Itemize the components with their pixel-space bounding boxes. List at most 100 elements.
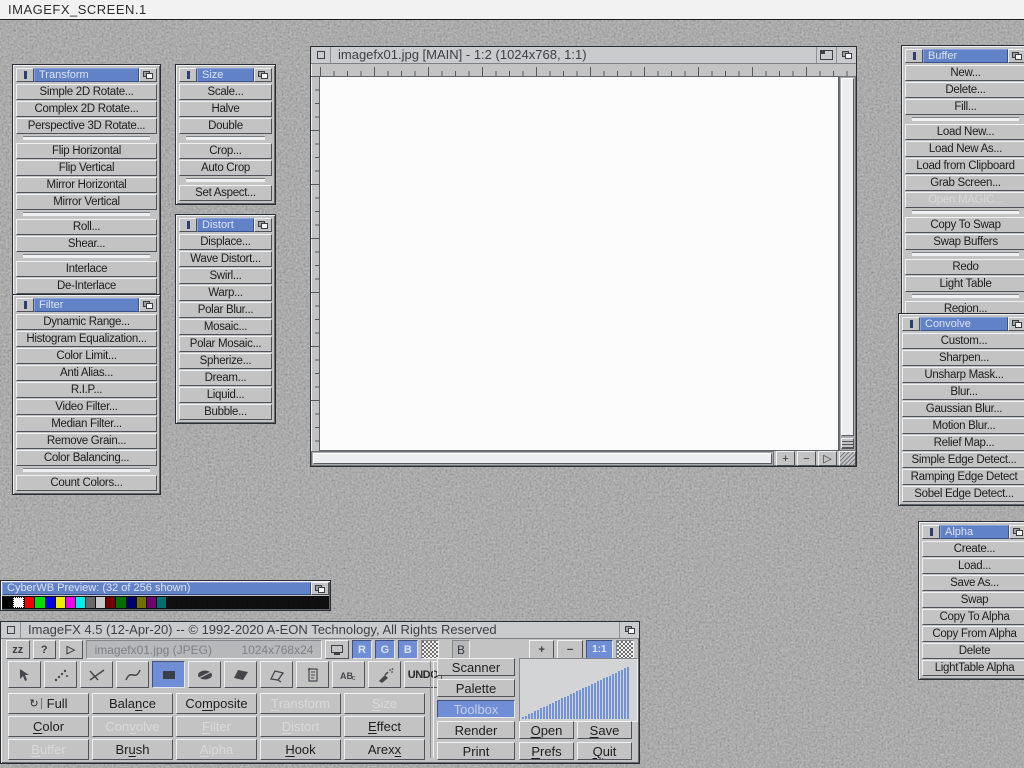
side-button-print[interactable]: Print [437,742,515,760]
panel-transform-button[interactable]: Flip Vertical [16,160,157,176]
palette-swatch[interactable] [218,597,227,608]
depth-icon[interactable] [139,68,157,82]
image-window-titlebar[interactable]: imagefx01.jpg [MAIN] - 1:2 (1024x768, 1:… [311,47,856,64]
screen-mode-button[interactable] [325,640,349,659]
panel-size-button[interactable]: Auto Crop [179,160,272,176]
horizontal-scroll-thumb[interactable] [313,453,772,464]
palette-swatch[interactable] [3,597,12,608]
panel-size-button[interactable]: Halve [179,101,272,117]
palette-swatch[interactable] [46,597,55,608]
panel-filter-button[interactable]: Anti Alias... [16,365,157,381]
red-channel-button[interactable]: R [352,640,372,659]
palette-swatch[interactable] [187,597,196,608]
panel-transform-button[interactable]: Perspective 3D Rotate... [16,118,157,134]
panel-filter-button[interactable]: Remove Grain... [16,433,157,449]
panel-titlebar[interactable]: Size [179,68,272,82]
panel-transform-button[interactable]: Mirror Horizontal [16,177,157,193]
side-button-scanner[interactable]: Scanner [437,658,515,676]
panel-distort-button[interactable]: Warp... [179,285,272,301]
play-button[interactable]: ▷ [818,451,837,466]
depth-icon[interactable] [619,622,639,638]
green-channel-button[interactable]: G [375,640,395,659]
dither-swatch-icon[interactable] [421,640,439,659]
panel-distort-button[interactable]: Dream... [179,370,272,386]
grid-button-arexx[interactable]: Arexx [344,739,425,760]
panel-transform-button[interactable]: Mirror Vertical [16,194,157,210]
panel-transform-button[interactable]: Simple 2D Rotate... [16,84,157,100]
palette-swatch[interactable] [147,597,156,608]
depth-icon[interactable] [836,47,856,63]
side-button-palette[interactable]: Palette [437,679,515,697]
spray-dots-tool-button[interactable] [44,661,77,688]
palette-swatch[interactable] [56,597,65,608]
palette-swatch[interactable] [86,597,95,608]
palette-swatch[interactable] [157,597,166,608]
palette-swatch[interactable] [319,597,328,608]
palette-swatch[interactable] [137,597,146,608]
palette-swatch[interactable] [35,597,44,608]
open-button[interactable]: Open [519,721,574,739]
zoom-out-button[interactable]: − [557,640,582,659]
grid-button-color[interactable]: Color [8,716,89,737]
help-button[interactable]: ? [33,640,57,659]
grid-button-full[interactable]: ↻Full [8,693,89,714]
panel-buffer-button[interactable]: Grab Screen... [905,175,1024,191]
scroll-lines-icon[interactable] [841,438,854,449]
panel-filter-button[interactable]: Color Balancing... [16,450,157,466]
vertical-scroll-thumb[interactable] [841,78,854,436]
palette-swatch[interactable] [13,597,24,608]
resize-corner-icon[interactable] [839,451,856,466]
panel-convolve-button[interactable]: Relief Map... [902,435,1024,451]
text-tool-button[interactable]: AB c [332,661,365,688]
close-icon[interactable] [905,49,923,63]
sleep-button[interactable]: zz [6,640,30,659]
palette-swatch[interactable] [289,597,298,608]
panel-buffer-button[interactable]: Light Table [905,276,1024,292]
brush-page-tool-button[interactable] [296,661,329,688]
panel-filter-button[interactable]: Histogram Equalization... [16,331,157,347]
palette-swatch[interactable] [299,597,308,608]
palette-swatch[interactable] [25,597,34,608]
side-button-toolbox[interactable]: Toolbox [437,700,515,718]
panel-convolve-button[interactable]: Motion Blur... [902,418,1024,434]
depth-icon[interactable] [254,218,272,232]
close-icon[interactable] [922,525,940,539]
close-icon[interactable] [16,68,34,82]
panel-titlebar[interactable]: Distort [179,218,272,232]
depth-icon[interactable] [254,68,272,82]
panel-filter-button[interactable]: Video Filter... [16,399,157,415]
panel-distort-button[interactable]: Polar Mosaic... [179,336,272,352]
panel-titlebar[interactable]: Transform [16,68,157,82]
close-icon[interactable] [902,317,920,331]
panel-transform-button[interactable]: Interlace [16,261,157,277]
palette-swatch[interactable] [248,597,257,608]
palette-swatch[interactable] [228,597,237,608]
panel-convolve-button[interactable]: Sobel Edge Detect... [902,486,1024,502]
panel-buffer-button[interactable]: Fill... [905,99,1024,115]
panel-distort-button[interactable]: Swirl... [179,268,272,284]
panel-filter-button[interactable]: R.I.P... [16,382,157,398]
line-tool-button[interactable] [80,661,113,688]
panel-transform-button[interactable]: Flip Horizontal [16,143,157,159]
panel-alpha-button[interactable]: Copy To Alpha [922,609,1024,625]
palette-swatch[interactable] [268,597,277,608]
panel-size-button[interactable]: Crop... [179,143,272,159]
panel-buffer-button[interactable]: Load New... [905,124,1024,140]
save-button[interactable]: Save [577,721,632,739]
panel-titlebar[interactable]: Buffer [905,49,1024,63]
panel-buffer-button[interactable]: Redo [905,259,1024,275]
palette-swatch[interactable] [116,597,125,608]
panel-alpha-button[interactable]: LightTable Alpha [922,660,1024,676]
palette-swatch[interactable] [167,597,176,608]
panel-convolve-button[interactable]: Blur... [902,384,1024,400]
panel-transform-button[interactable]: Shear... [16,236,157,252]
zoom-in-button[interactable]: + [776,451,795,466]
toolbar-titlebar[interactable]: ImageFX 4.5 (12-Apr-20) -- © 1992-2020 A… [1,622,639,639]
panel-distort-button[interactable]: Displace... [179,234,272,250]
grid-button-effect[interactable]: Effect [344,716,425,737]
palette-swatch[interactable] [309,597,318,608]
grid-button-brush[interactable]: Brush [92,739,173,760]
panel-buffer-button[interactable]: Load New As... [905,141,1024,157]
panel-alpha-button[interactable]: Save As... [922,575,1024,591]
panel-alpha-button[interactable]: Copy From Alpha [922,626,1024,642]
